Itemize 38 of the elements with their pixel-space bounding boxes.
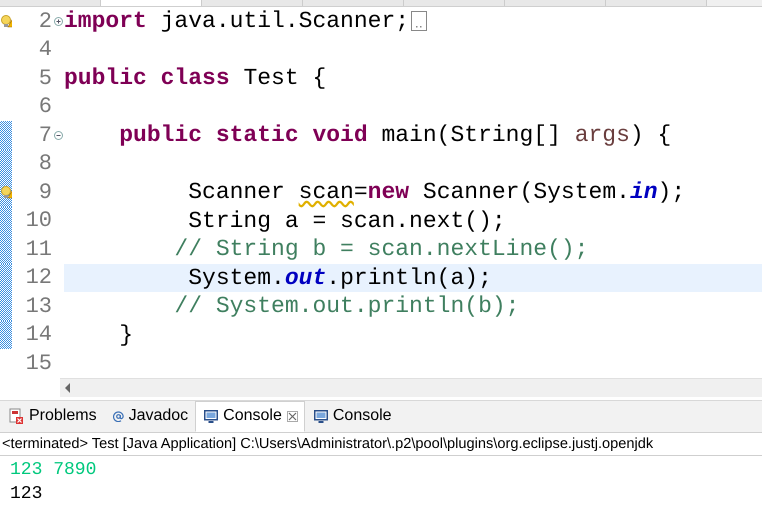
code-line: String a = scan.next(); <box>187 208 506 234</box>
line-number: 7 <box>38 122 52 148</box>
line-number: 11 <box>24 236 52 262</box>
panel-tab[interactable]: Console <box>195 400 305 432</box>
panel-tab[interactable]: Javadoc <box>104 400 196 432</box>
line-number: 13 <box>24 294 52 319</box>
line-number: 2 <box>38 8 52 34</box>
folded-code-marker <box>411 11 428 32</box>
code-line: // String b = scan.nextLine(); <box>173 236 588 262</box>
code-line: Scanner scan=new Scanner(System.in); <box>187 179 686 206</box>
close-icon[interactable] <box>286 410 298 422</box>
problems-icon <box>9 408 24 424</box>
line-number: 6 <box>38 94 52 120</box>
code-line: public class Test { <box>64 65 326 92</box>
code-line: } <box>118 322 134 348</box>
scroll-left-arrow-icon <box>64 382 71 394</box>
expand-icon[interactable] <box>54 16 62 26</box>
line-number: 4 <box>38 37 52 62</box>
console-header: <terminated> Test [Java Application] C:\Users\Administrator\.p2\pool\plugins\org.eclipse.justj.openjdk <box>0 432 762 456</box>
line-number: 9 <box>38 180 52 205</box>
panel-tab[interactable]: Problems <box>0 400 104 432</box>
line-number: 8 <box>38 151 52 176</box>
at-sign-icon <box>112 410 124 422</box>
line-number: 10 <box>24 208 52 234</box>
console-output-line: 123 <box>10 482 42 506</box>
console-output-line: 123 7890 <box>10 458 96 482</box>
panel-tab[interactable]: Console <box>304 400 399 432</box>
line-number: 14 <box>24 322 52 348</box>
line-number: 15 <box>24 350 52 376</box>
code-line: // System.out.println(b); <box>173 293 520 320</box>
line-number: 5 <box>38 66 52 91</box>
console-monitor-icon <box>204 410 218 422</box>
console-monitor-icon <box>314 410 328 422</box>
code-line: System.out.println(a); <box>187 264 492 291</box>
line-number: 12 <box>24 265 52 290</box>
collapse-icon[interactable] <box>54 130 62 140</box>
code-line: public static void main(String[] args) { <box>118 122 672 148</box>
code-line: import java.util.Scanner; <box>64 8 410 34</box>
